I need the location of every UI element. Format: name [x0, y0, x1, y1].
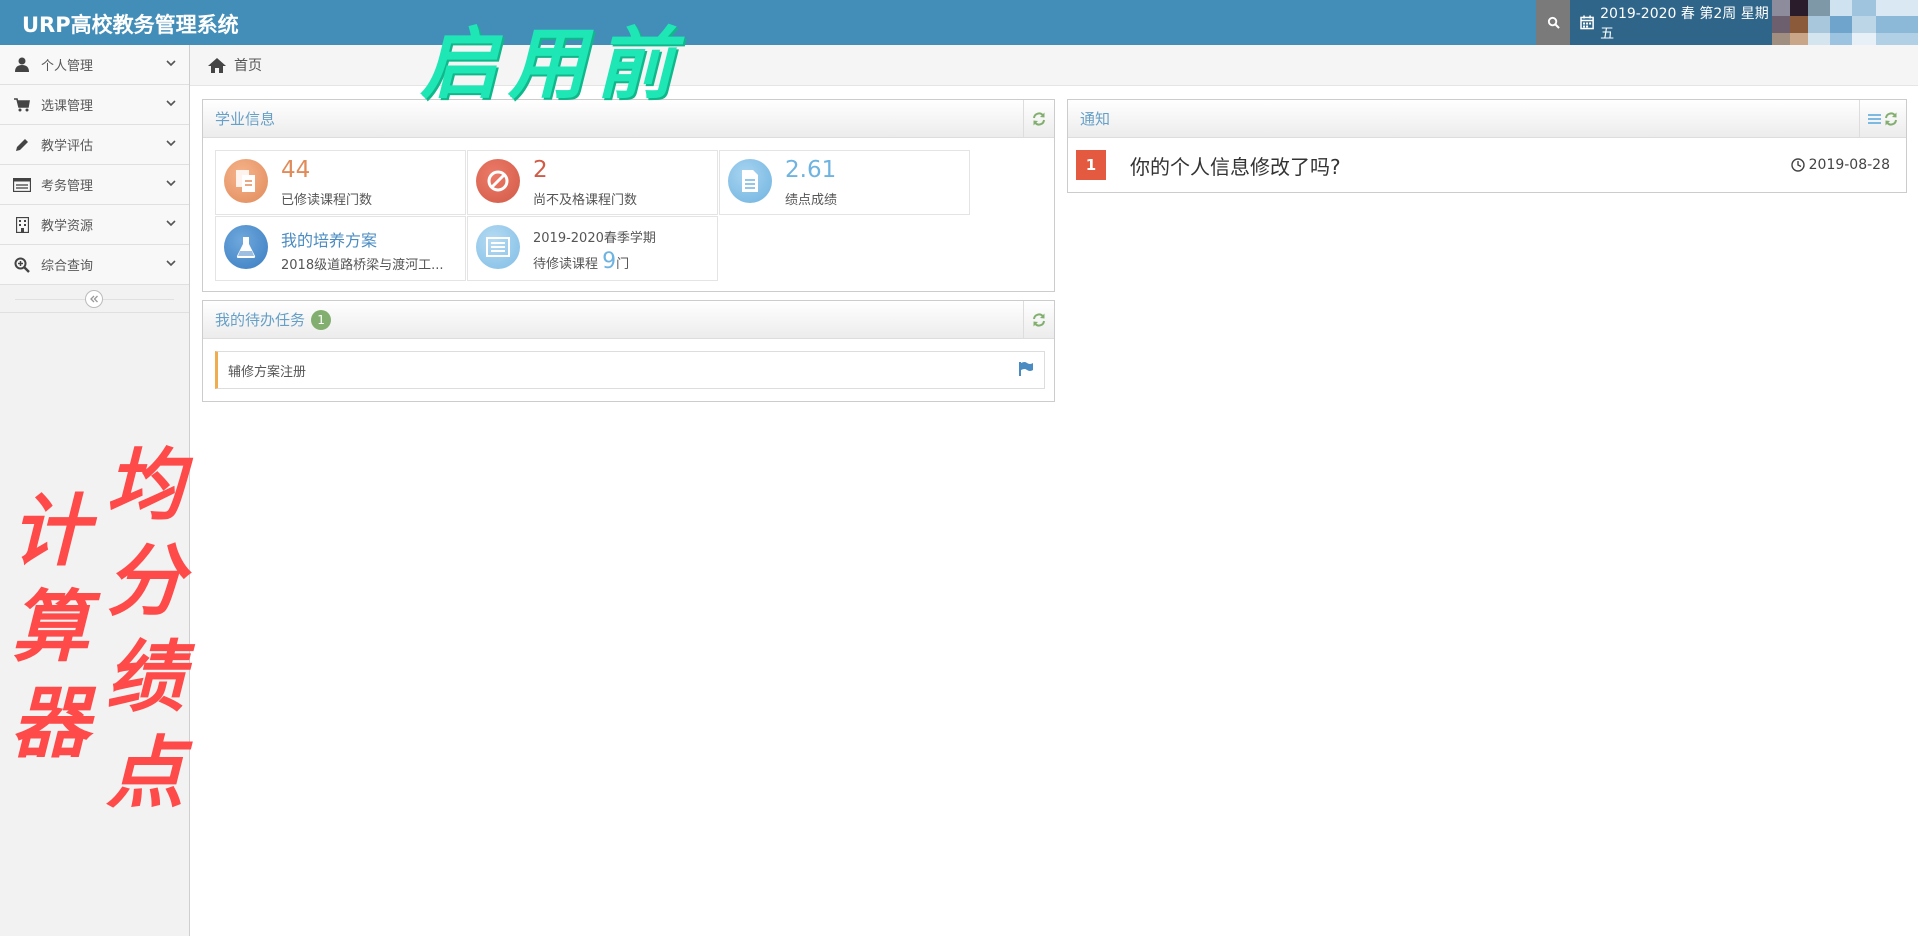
refresh-icon[interactable]: [1032, 312, 1046, 327]
notice-date: 2019-08-28: [1790, 157, 1890, 173]
training-plan-major: 2018级道路桥梁与渡河工...: [281, 258, 444, 273]
search-icon: [1547, 16, 1560, 29]
sidebar-item-label: 教学评估: [41, 139, 94, 154]
double-angle-left-icon: [90, 295, 98, 303]
app-title[interactable]: URP高校教务管理系统: [22, 9, 239, 39]
todo-title: 我的待办任务: [215, 311, 306, 329]
gpa-label: 绩点成绩: [785, 193, 838, 208]
term-date-display: 2019-2020 春 第2周 星期五: [1570, 0, 1772, 45]
overlay-char: 均: [105, 441, 184, 531]
refresh-icon[interactable]: [1032, 111, 1046, 126]
list-icon: [476, 225, 520, 269]
overlay-char: 器: [10, 679, 89, 769]
zoom-in-icon: [12, 257, 32, 273]
notice-widget: 通知 1 你的个人信息修改了吗? 2019-08-28: [1067, 99, 1907, 193]
breadcrumb-home[interactable]: 首页: [234, 55, 262, 75]
notice-number: 1: [1076, 150, 1106, 180]
academic-info-widget: 学业信息 44 已修读课程门数 2 尚不及格课程门数 2.61 绩点成绩 我的培…: [202, 99, 1055, 292]
clock-icon: [1790, 158, 1805, 172]
sidebar-item-query[interactable]: 综合查询: [0, 245, 189, 285]
sidebar-collapse-row: [0, 285, 189, 313]
failed-courses-value: 2: [533, 157, 548, 183]
list-alt-icon: [12, 177, 32, 192]
pending-courses-count: 9: [602, 249, 617, 274]
sidebar-item-personal[interactable]: 个人管理: [0, 45, 189, 85]
notice-title: 通知: [1080, 110, 1111, 128]
user-icon: [12, 57, 32, 72]
term-title: 2019-2020春季学期: [533, 231, 656, 246]
sidebar-item-label: 个人管理: [41, 59, 94, 74]
overlay-char: 计: [10, 487, 89, 577]
stat-failed-courses[interactable]: 2 尚不及格课程门数: [467, 150, 718, 215]
chevron-down-icon: [166, 260, 176, 267]
chevron-down-icon: [166, 140, 176, 147]
courses-taken-value: 44: [281, 157, 311, 183]
stat-gpa[interactable]: 2.61 绩点成绩: [719, 150, 970, 215]
chevron-down-icon: [166, 180, 176, 187]
overlay-before-enable: 启用前: [420, 20, 685, 110]
todo-item-label: 辅修方案注册: [228, 364, 307, 380]
term-courses-card[interactable]: 2019-2020春季学期 待修读课程 9门: [467, 216, 718, 281]
sidebar-item-resources[interactable]: 教学资源: [0, 205, 189, 245]
overlay-char: 绩: [105, 633, 184, 723]
search-button[interactable]: [1536, 0, 1570, 45]
widget-toolbar: [1023, 100, 1054, 137]
courses-taken-label: 已修读课程门数: [281, 193, 373, 208]
cart-icon: [12, 97, 32, 112]
building-icon: [12, 216, 32, 233]
widget-header: 我的待办任务 1: [203, 301, 1054, 339]
training-plan-card[interactable]: 我的培养方案 2018级道路桥梁与渡河工...: [215, 216, 466, 281]
list-menu-icon[interactable]: [1868, 113, 1881, 125]
widget-header: 通知: [1068, 100, 1906, 138]
notice-item-title[interactable]: 你的个人信息修改了吗?: [1130, 151, 1341, 180]
top-navbar: URP高校教务管理系统 2019-2020 春 第2周 星期五: [0, 0, 1918, 50]
pencil-icon: [12, 137, 32, 152]
flag-icon: [1019, 362, 1033, 376]
academic-info-title: 学业信息: [215, 110, 276, 128]
courses-icon: [224, 159, 268, 203]
sidebar-collapse-button[interactable]: [85, 290, 103, 308]
ban-icon: [476, 159, 520, 203]
pending-courses: 待修读课程 9门: [533, 249, 629, 274]
gpa-value: 2.61: [785, 157, 837, 183]
todo-widget: 我的待办任务 1 辅修方案注册: [202, 300, 1055, 402]
chevron-down-icon: [166, 100, 176, 107]
chevron-down-icon: [166, 60, 176, 67]
notice-date-text: 2019-08-28: [1808, 157, 1890, 173]
todo-count-badge: 1: [311, 309, 332, 330]
overlay-char: 点: [105, 729, 184, 819]
pending-courses-unit: 门: [616, 257, 630, 272]
overlay-char: 算: [10, 583, 89, 673]
sidebar-item-label: 选课管理: [41, 99, 94, 114]
sidebar-item-label: 综合查询: [41, 259, 94, 274]
widget-toolbar: [1859, 100, 1906, 137]
overlay-calculator-vertical: 计 算 器: [10, 484, 90, 772]
todo-item[interactable]: 辅修方案注册: [215, 351, 1045, 389]
widget-toolbar: [1023, 301, 1054, 338]
notice-item[interactable]: 1 你的个人信息修改了吗? 2019-08-28: [1076, 148, 1896, 182]
chevron-down-icon: [166, 220, 176, 227]
sidebar-item-label: 教学资源: [41, 219, 94, 234]
refresh-icon[interactable]: [1884, 111, 1898, 126]
user-avatar[interactable]: [1772, 0, 1918, 50]
overlay-char: 分: [105, 537, 184, 627]
sidebar-item-label: 考务管理: [41, 179, 94, 194]
stat-courses-taken[interactable]: 44 已修读课程门数: [215, 150, 466, 215]
flask-icon: [224, 225, 268, 269]
failed-courses-label: 尚不及格课程门数: [533, 193, 638, 208]
document-icon: [728, 159, 772, 203]
pending-courses-label: 待修读课程: [533, 257, 599, 272]
home-icon: [208, 57, 226, 73]
calendar-icon: [1580, 15, 1594, 30]
overlay-gpa-vertical: 均 分 绩 点: [105, 438, 185, 822]
sidebar-item-evaluation[interactable]: 教学评估: [0, 125, 189, 165]
training-plan-link[interactable]: 我的培养方案: [281, 227, 377, 251]
sidebar-item-course-selection[interactable]: 选课管理: [0, 85, 189, 125]
date-text: 2019-2020 春 第2周 星期五: [1600, 5, 1769, 42]
sidebar-item-exam[interactable]: 考务管理: [0, 165, 189, 205]
